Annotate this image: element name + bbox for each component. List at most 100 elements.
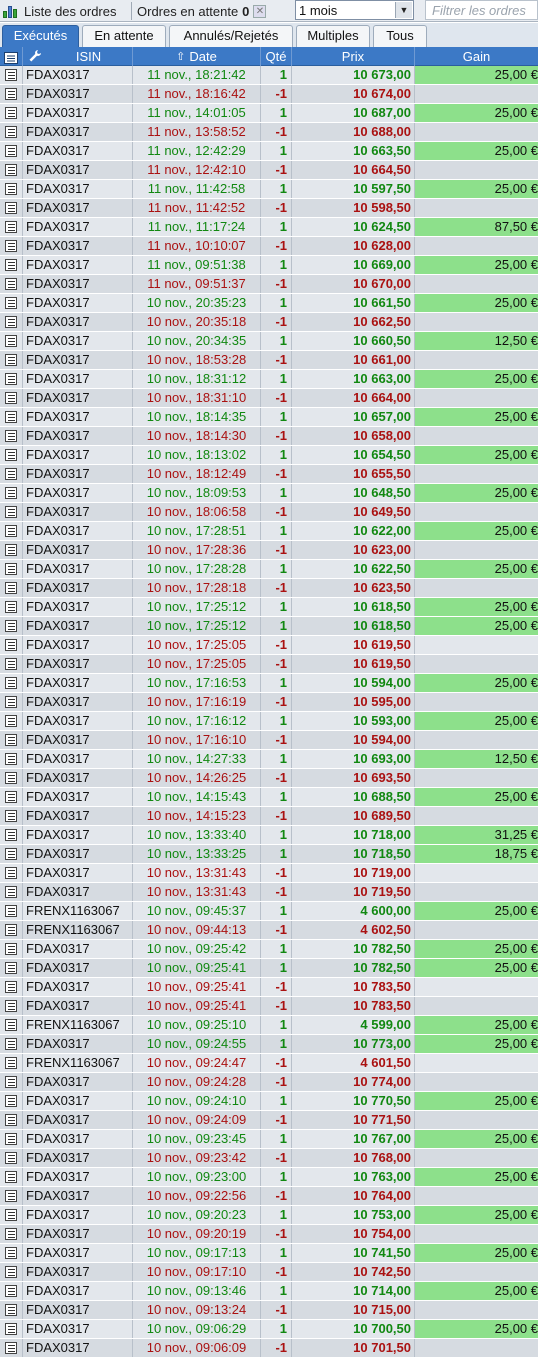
table-row[interactable]: FDAX0317 10 nov., 09:06:09 -1 10 701,50 xyxy=(0,1339,538,1358)
order-details-cell[interactable] xyxy=(0,845,23,863)
column-header-gain[interactable]: Gain xyxy=(415,47,538,66)
table-row[interactable]: FDAX0317 10 nov., 09:23:00 1 10 763,00 25,00… xyxy=(0,1168,538,1187)
order-details-cell[interactable] xyxy=(0,1149,23,1167)
order-details-cell[interactable] xyxy=(0,769,23,787)
document-icon[interactable] xyxy=(5,107,17,119)
document-icon[interactable] xyxy=(5,677,17,689)
table-row[interactable]: FDAX0317 10 nov., 09:17:13 1 10 741,50 25,00… xyxy=(0,1244,538,1263)
table-row[interactable]: FDAX0317 10 nov., 18:53:28 -1 10 661,00 xyxy=(0,351,538,370)
table-row[interactable]: FDAX0317 10 nov., 09:24:28 -1 10 774,00 xyxy=(0,1073,538,1092)
document-icon[interactable] xyxy=(5,981,17,993)
order-details-cell[interactable] xyxy=(0,1073,23,1091)
document-icon[interactable] xyxy=(5,1304,17,1316)
order-details-cell[interactable] xyxy=(0,997,23,1015)
document-icon[interactable] xyxy=(5,354,17,366)
table-row[interactable]: FDAX0317 11 nov., 13:58:52 -1 10 688,00 xyxy=(0,123,538,142)
document-icon[interactable] xyxy=(5,240,17,252)
document-icon[interactable] xyxy=(5,69,17,81)
table-row[interactable]: FDAX0317 10 nov., 18:14:35 1 10 657,00 25,00… xyxy=(0,408,538,427)
document-icon[interactable] xyxy=(5,848,17,860)
document-icon[interactable] xyxy=(5,791,17,803)
order-details-cell[interactable] xyxy=(0,313,23,331)
order-details-cell[interactable] xyxy=(0,921,23,939)
document-icon[interactable] xyxy=(5,753,17,765)
order-details-cell[interactable] xyxy=(0,408,23,426)
document-icon[interactable] xyxy=(5,1228,17,1240)
document-icon[interactable] xyxy=(5,1000,17,1012)
order-details-cell[interactable] xyxy=(0,85,23,103)
table-row[interactable]: FDAX0317 10 nov., 09:13:24 -1 10 715,00 xyxy=(0,1301,538,1320)
document-icon[interactable] xyxy=(5,1190,17,1202)
table-row[interactable]: FDAX0317 10 nov., 17:25:12 1 10 618,50 25,00… xyxy=(0,598,538,617)
table-row[interactable]: FDAX0317 10 nov., 17:25:12 1 10 618,50 25,00… xyxy=(0,617,538,636)
document-icon[interactable] xyxy=(5,202,17,214)
table-row[interactable]: FDAX0317 10 nov., 20:34:35 1 10 660,50 12,50… xyxy=(0,332,538,351)
document-icon[interactable] xyxy=(5,924,17,936)
order-details-cell[interactable] xyxy=(0,180,23,198)
order-details-cell[interactable] xyxy=(0,902,23,920)
order-details-cell[interactable] xyxy=(0,218,23,236)
order-details-cell[interactable] xyxy=(0,1282,23,1300)
order-details-cell[interactable] xyxy=(0,788,23,806)
order-details-cell[interactable] xyxy=(0,237,23,255)
table-row[interactable]: FDAX0317 10 nov., 17:16:19 -1 10 595,00 xyxy=(0,693,538,712)
order-details-cell[interactable] xyxy=(0,351,23,369)
order-details-cell[interactable] xyxy=(0,1016,23,1034)
details-column-header[interactable] xyxy=(0,47,23,66)
order-details-cell[interactable] xyxy=(0,636,23,654)
document-icon[interactable] xyxy=(5,183,17,195)
order-details-cell[interactable] xyxy=(0,1263,23,1281)
table-row[interactable]: FDAX0317 10 nov., 09:13:46 1 10 714,00 25,00… xyxy=(0,1282,538,1301)
table-row[interactable]: FDAX0317 10 nov., 18:12:49 -1 10 655,50 xyxy=(0,465,538,484)
table-row[interactable]: FDAX0317 10 nov., 17:28:51 1 10 622,00 25,00… xyxy=(0,522,538,541)
table-row[interactable]: FDAX0317 10 nov., 13:33:25 1 10 718,50 18,75… xyxy=(0,845,538,864)
document-icon[interactable] xyxy=(5,297,17,309)
table-row[interactable]: FDAX0317 10 nov., 18:31:12 1 10 663,00 25,00… xyxy=(0,370,538,389)
table-row[interactable]: FDAX0317 10 nov., 18:31:10 -1 10 664,00 xyxy=(0,389,538,408)
document-icon[interactable] xyxy=(5,392,17,404)
order-details-cell[interactable] xyxy=(0,1168,23,1186)
table-row[interactable]: FDAX0317 10 nov., 18:13:02 1 10 654,50 25,00… xyxy=(0,446,538,465)
document-icon[interactable] xyxy=(5,620,17,632)
order-details-cell[interactable] xyxy=(0,674,23,692)
document-icon[interactable] xyxy=(5,601,17,613)
document-icon[interactable] xyxy=(5,145,17,157)
order-details-cell[interactable] xyxy=(0,560,23,578)
document-icon[interactable] xyxy=(5,126,17,138)
order-details-cell[interactable] xyxy=(0,1206,23,1224)
order-details-cell[interactable] xyxy=(0,655,23,673)
table-row[interactable]: FRENX1163067 10 nov., 09:44:13 -1 4 602,50 xyxy=(0,921,538,940)
order-details-cell[interactable] xyxy=(0,104,23,122)
order-details-cell[interactable] xyxy=(0,1320,23,1338)
filter-input[interactable]: Filtrer les ordres xyxy=(425,0,538,20)
document-icon[interactable] xyxy=(5,772,17,784)
document-icon[interactable] xyxy=(5,1114,17,1126)
tab-pending[interactable]: En attente xyxy=(82,25,166,47)
document-icon[interactable] xyxy=(5,943,17,955)
table-row[interactable]: FDAX0317 10 nov., 14:27:33 1 10 693,00 12,50… xyxy=(0,750,538,769)
table-row[interactable]: FDAX0317 10 nov., 18:14:30 -1 10 658,00 xyxy=(0,427,538,446)
document-icon[interactable] xyxy=(5,335,17,347)
table-row[interactable]: FDAX0317 10 nov., 17:28:36 -1 10 623,00 xyxy=(0,541,538,560)
table-row[interactable]: FDAX0317 11 nov., 12:42:29 1 10 663,50 25,00… xyxy=(0,142,538,161)
table-row[interactable]: FRENX1163067 10 nov., 09:24:47 -1 4 601,50 xyxy=(0,1054,538,1073)
order-details-cell[interactable] xyxy=(0,712,23,730)
order-details-cell[interactable] xyxy=(0,693,23,711)
order-details-cell[interactable] xyxy=(0,1187,23,1205)
document-icon[interactable] xyxy=(5,525,17,537)
document-icon[interactable] xyxy=(5,829,17,841)
document-icon[interactable] xyxy=(5,1266,17,1278)
order-details-cell[interactable] xyxy=(0,1130,23,1148)
order-details-cell[interactable] xyxy=(0,1225,23,1243)
document-icon[interactable] xyxy=(5,544,17,556)
table-row[interactable]: FDAX0317 10 nov., 09:24:55 1 10 773,00 25,00… xyxy=(0,1035,538,1054)
order-details-cell[interactable] xyxy=(0,731,23,749)
period-select[interactable]: 1 mois ▼ xyxy=(295,0,414,20)
document-icon[interactable] xyxy=(5,221,17,233)
table-row[interactable]: FDAX0317 11 nov., 09:51:37 -1 10 670,00 xyxy=(0,275,538,294)
order-details-cell[interactable] xyxy=(0,1339,23,1357)
table-row[interactable]: FDAX0317 10 nov., 09:25:41 1 10 782,50 25,00… xyxy=(0,959,538,978)
document-icon[interactable] xyxy=(5,411,17,423)
document-icon[interactable] xyxy=(5,1342,17,1354)
table-row[interactable]: FDAX0317 10 nov., 09:25:41 -1 10 783,50 xyxy=(0,997,538,1016)
